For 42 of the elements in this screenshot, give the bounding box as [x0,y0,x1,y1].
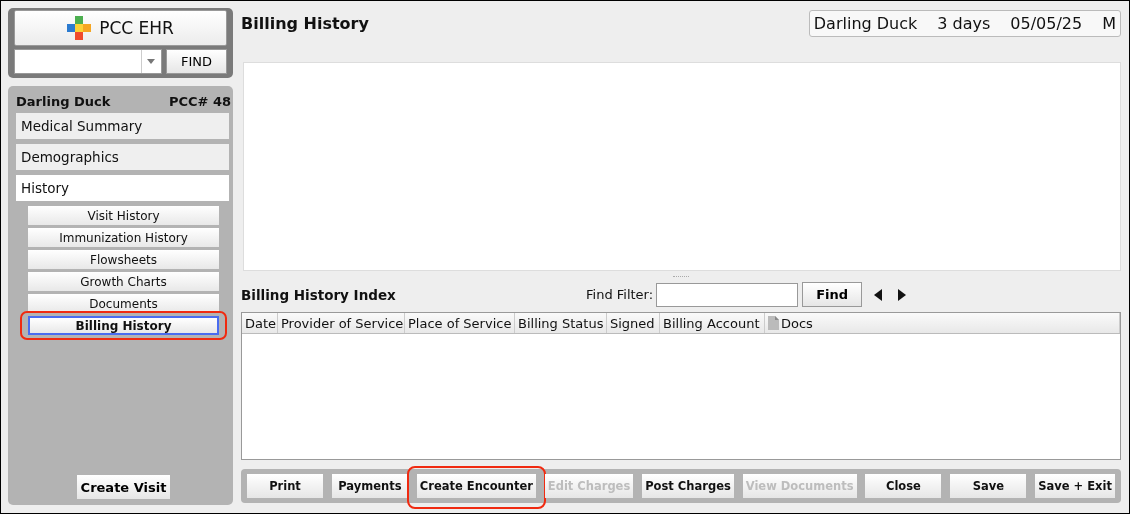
filter-label: Find Filter: [586,287,654,302]
sub-nav-item[interactable]: Billing History [28,316,219,335]
column-header[interactable]: Provider of Service [281,315,404,331]
sub-nav-item[interactable]: Flowsheets [28,250,219,269]
previous-icon[interactable] [874,288,883,301]
nav-item[interactable]: Demographics [16,144,229,170]
app-logo-button[interactable]: PCC EHR [14,10,227,46]
document-icon [768,316,779,330]
action-button[interactable]: Print [247,474,323,498]
find-button[interactable]: Find [802,282,863,307]
sub-nav-item[interactable]: Immunization History [28,228,219,247]
nav-item[interactable]: Medical Summary [16,113,229,139]
action-button[interactable]: Save [950,474,1027,498]
caret-icon [147,59,156,64]
action-button[interactable]: Payments [331,474,408,498]
action-button[interactable]: Close [865,474,942,498]
filter-field[interactable] [656,282,799,307]
sub-nav-item[interactable]: Visit History [28,206,219,225]
next-icon[interactable] [898,288,907,301]
page-title: Billing History [241,14,369,33]
patient-name: Darling Duck [16,94,111,109]
banner-text: 05/05/25 [1010,14,1083,33]
patient-search-field[interactable] [14,49,162,74]
action-button[interactable]: Save + Exit [1035,474,1115,498]
sub-nav-item[interactable]: Growth Charts [28,272,219,291]
banner-text: 3 days [937,14,991,33]
action-button[interactable]: Post Charges [642,474,734,498]
create-visit-button[interactable]: Create Visit [76,475,171,499]
chart-number: PCC# 48 [168,94,231,109]
find-button[interactable]: FIND [165,49,227,74]
column-header[interactable]: Date [245,315,277,331]
index-title: Billing History Index [241,286,397,303]
cross-logo-icon [67,16,92,40]
column-header[interactable]: Billing Status [518,315,604,331]
column-header[interactable]: Billing Account [663,315,760,331]
column-header[interactable]: Docs [781,315,813,331]
column-header[interactable]: Place of Service [408,315,512,331]
banner-text: M [1102,14,1116,33]
banner-text: Darling Duck [813,14,918,33]
nav-item[interactable]: History [16,175,229,201]
action-button[interactable]: Create Encounter [416,474,536,498]
column-header[interactable]: Signed [610,315,655,331]
